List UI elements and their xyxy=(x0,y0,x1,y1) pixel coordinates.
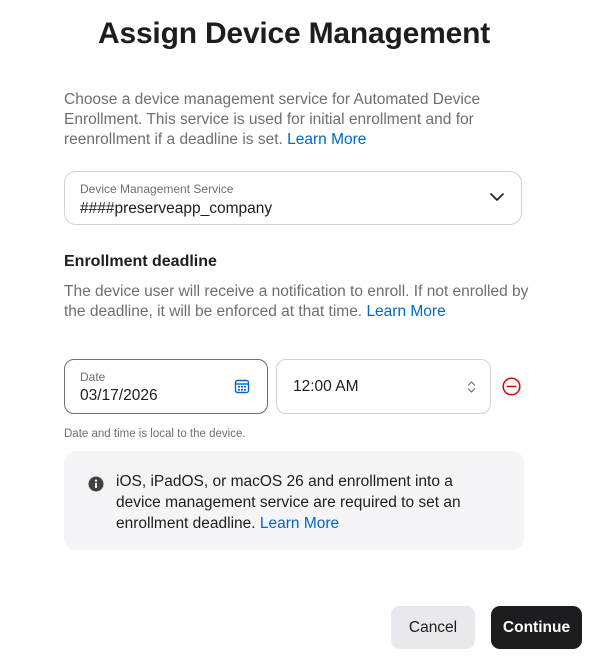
intro-learn-more-link[interactable]: Learn More xyxy=(287,131,366,148)
device-management-service-select[interactable]: Device Management Service ####preserveap… xyxy=(64,171,522,225)
info-icon xyxy=(88,476,104,492)
date-field[interactable]: Date 03/17/2026 xyxy=(64,359,268,414)
chevron-down-icon xyxy=(490,193,504,201)
deadline-description-text: The device user will receive a notificat… xyxy=(64,283,529,320)
info-learn-more-link[interactable]: Learn More xyxy=(260,515,339,532)
up-down-chevron-icon xyxy=(467,381,476,393)
date-field-value: 03/17/2026 xyxy=(80,387,158,404)
deadline-learn-more-link[interactable]: Learn More xyxy=(366,303,445,320)
remove-deadline-icon[interactable] xyxy=(502,377,521,396)
time-select[interactable]: 12:00 AM xyxy=(276,359,491,414)
cancel-button[interactable]: Cancel xyxy=(391,606,475,649)
service-select-value: ####preserveapp_company xyxy=(80,200,273,217)
intro-text: Choose a device management service for A… xyxy=(64,90,534,150)
date-field-label: Date xyxy=(80,370,106,384)
deadline-description: The device user will receive a notificat… xyxy=(64,282,534,322)
enrollment-deadline-heading: Enrollment deadline xyxy=(64,253,217,270)
timezone-hint: Date and time is local to the device. xyxy=(64,428,246,440)
dialog-title: Assign Device Management xyxy=(98,17,490,50)
calendar-icon[interactable] xyxy=(234,378,250,394)
continue-button[interactable]: Continue xyxy=(491,606,582,649)
info-notice: iOS, iPadOS, or macOS 26 and enrollment … xyxy=(64,451,524,550)
service-select-label: Device Management Service xyxy=(80,182,234,196)
intro-description: Choose a device management service for A… xyxy=(64,91,481,148)
info-text: iOS, iPadOS, or macOS 26 and enrollment … xyxy=(116,471,496,534)
time-select-value: 12:00 AM xyxy=(293,378,359,395)
